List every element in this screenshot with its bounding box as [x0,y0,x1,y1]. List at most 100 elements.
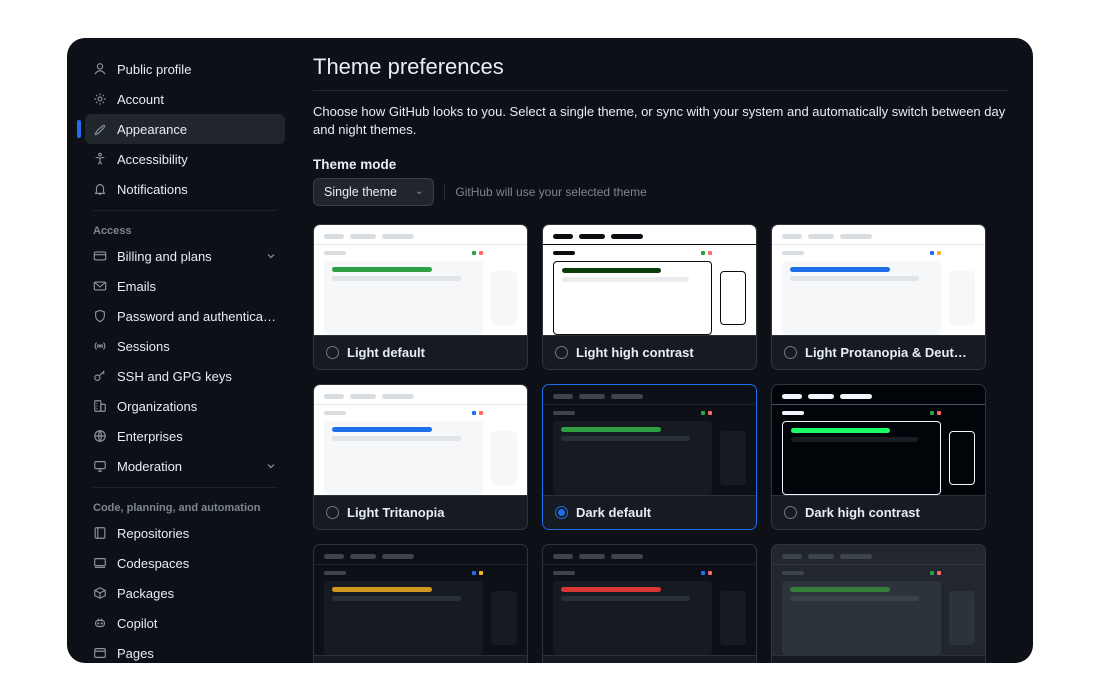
theme-mode-hint: GitHub will use your selected theme [455,185,646,199]
sidebar-group-title: Code, planning, and automation [85,496,285,518]
sidebar-item[interactable]: Packages [85,578,285,608]
sidebar-item-label: Organizations [117,399,277,414]
dots-icon [701,571,712,575]
dots-icon [930,251,941,255]
theme-card[interactable]: Dark Protanopia & Deuteranopia [313,544,528,663]
theme-preview [314,545,527,655]
theme-name: Light Tritanopia [347,505,445,520]
theme-card[interactable]: Light default [313,224,528,370]
dots-icon [701,251,712,255]
sidebar-item-label: Enterprises [117,429,277,444]
sidebar-item-label: Accessibility [117,152,277,167]
radio-icon[interactable] [784,346,797,359]
sidebar-item-label: Appearance [117,122,277,137]
theme-card[interactable]: Light Tritanopia [313,384,528,530]
theme-mode-label: Theme mode [313,157,1033,172]
page-title: Theme preferences [313,54,1033,80]
theme-preview [543,545,756,655]
pages-icon [93,646,107,660]
globe-icon [93,429,107,443]
sidebar-item[interactable]: Accessibility [85,144,285,174]
sidebar-item-label: SSH and GPG keys [117,369,277,384]
sidebar-item-label: Billing and plans [117,249,265,264]
theme-preview [314,225,527,335]
theme-preview [772,225,985,335]
theme-card[interactable]: Light Protanopia & Deuteranopia [771,224,986,370]
sidebar-item[interactable]: Billing and plans [85,241,285,271]
dots-icon [472,251,483,255]
dots-icon [930,571,941,575]
org-icon [93,399,107,413]
theme-preview [543,385,756,495]
repo-icon [93,526,107,540]
sidebar-group-title: Access [85,219,285,241]
brush-icon [93,122,107,136]
gear-icon [93,92,107,106]
sidebar-item[interactable]: Public profile [85,54,285,84]
theme-footer: Dark default [543,495,756,529]
divider [444,183,445,201]
theme-card[interactable]: Dark Tritanopia [542,544,757,663]
sidebar-item-label: Emails [117,279,277,294]
radio-icon[interactable] [326,506,339,519]
theme-preview [772,385,985,495]
theme-card[interactable]: Dark default [542,384,757,530]
theme-footer: Light Protanopia & Deuteranopia [772,335,985,369]
broadcast-icon [93,339,107,353]
sidebar-item[interactable]: Password and authentication [85,301,285,331]
sidebar-item[interactable]: Emails [85,271,285,301]
sidebar-item[interactable]: Repositories [85,518,285,548]
radio-icon[interactable] [555,506,568,519]
sidebar-item[interactable]: Moderation [85,451,285,481]
theme-card[interactable]: Dark high contrast [771,384,986,530]
sidebar-item[interactable]: Sessions [85,331,285,361]
sidebar-item-label: Public profile [117,62,277,77]
title-divider [313,90,1009,91]
sidebar-item-label: Notifications [117,182,277,197]
theme-footer: Light default [314,335,527,369]
divider [93,487,277,488]
dots-icon [472,411,483,415]
sidebar-item-label: Account [117,92,277,107]
sidebar-item[interactable]: Organizations [85,391,285,421]
app-frame: Public profile Account Appearance Accessibi… [67,38,1033,663]
card-icon [93,249,107,263]
mail-icon [93,279,107,293]
radio-icon[interactable] [784,506,797,519]
sidebar-item-label: Copilot [117,616,277,631]
theme-mode-select[interactable]: Single theme ⌄ [313,178,434,206]
settings-sidebar: Public profile Account Appearance Accessibi… [67,38,297,663]
sidebar-item[interactable]: Copilot [85,608,285,638]
sidebar-item[interactable]: Pages [85,638,285,663]
theme-footer: Dark high contrast [772,495,985,529]
theme-preview [772,545,985,655]
sidebar-item[interactable]: Appearance [85,114,285,144]
copilot-icon [93,616,107,630]
chevron-down-icon [265,460,277,472]
theme-card[interactable]: Dark dimmed [771,544,986,663]
theme-name: Dark default [576,505,651,520]
page-description: Choose how GitHub looks to you. Select a… [313,103,1033,139]
person-icon [93,62,107,76]
sidebar-item-label: Packages [117,586,277,601]
theme-mode-row: Single theme ⌄ GitHub will use your sele… [313,178,1033,206]
sidebar-item[interactable]: Account [85,84,285,114]
sidebar-item[interactable]: Notifications [85,174,285,204]
theme-card[interactable]: Light high contrast [542,224,757,370]
radio-icon[interactable] [326,346,339,359]
theme-preview [314,385,527,495]
sidebar-item-label: Password and authentication [117,309,277,324]
sidebar-item[interactable]: SSH and GPG keys [85,361,285,391]
radio-icon[interactable] [555,346,568,359]
theme-footer: Dark dimmed [772,655,985,663]
theme-name: Light default [347,345,425,360]
shield-icon [93,309,107,323]
sidebar-item-label: Moderation [117,459,265,474]
sidebar-item[interactable]: Codespaces [85,548,285,578]
bell-icon [93,182,107,196]
theme-footer: Light Tritanopia [314,495,527,529]
divider [93,210,277,211]
package-icon [93,586,107,600]
sidebar-item[interactable]: Enterprises [85,421,285,451]
sidebar-item-label: Pages [117,646,277,661]
